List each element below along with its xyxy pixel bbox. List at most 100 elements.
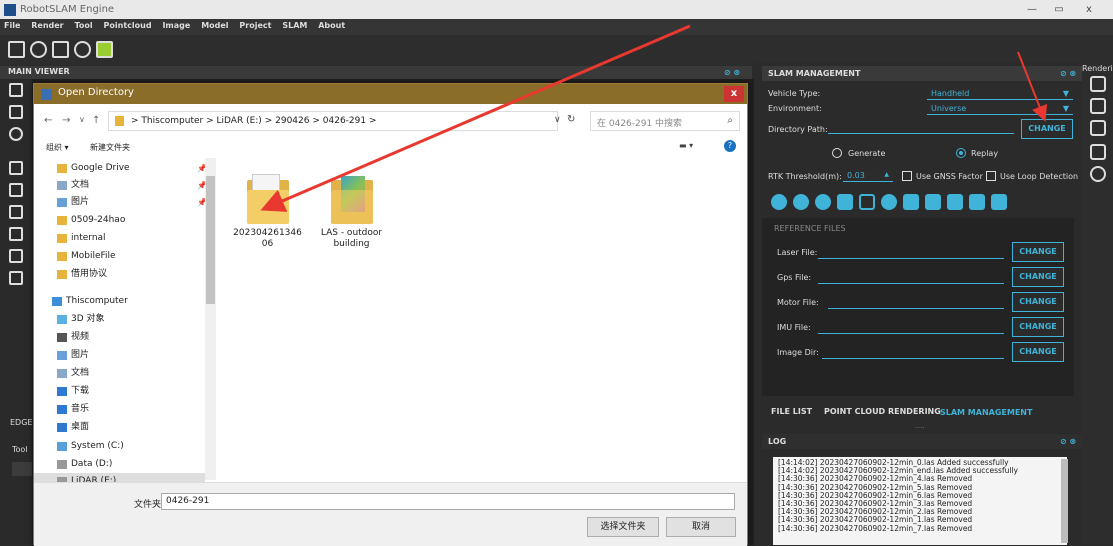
nav-item-thiscomputer[interactable]: Thiscomputer [52,293,212,310]
export-icon[interactable] [925,194,941,210]
cube-back-icon[interactable] [9,183,23,197]
axes-icon[interactable] [1090,166,1106,182]
cube-icon[interactable] [1090,120,1106,136]
settings-gear-icon[interactable] [74,41,91,58]
nav-item-music[interactable]: 音乐 [57,401,217,418]
zoom-tool-icon[interactable] [30,41,47,58]
log-scrollbar[interactable] [1061,459,1068,543]
back-arrow-icon[interactable]: ← [44,115,52,126]
use-gnss-checkbox[interactable] [902,171,912,181]
tree-icon[interactable] [1090,98,1106,114]
monitor-icon[interactable] [947,194,963,210]
imu-file-input[interactable] [818,320,1004,334]
menu-render[interactable]: Render [27,19,67,32]
folder-item[interactable]: 202304261346 06 [230,158,305,250]
nav-item-data-d[interactable]: Data (D:) [57,456,217,473]
folder-item[interactable]: LAS - outdoor building [314,158,389,250]
delete-icon[interactable] [903,194,919,210]
select-tool-icon[interactable] [8,41,25,58]
generate-radio[interactable] [832,148,842,158]
vehicle-type-select[interactable]: Handheld ▼ [927,88,1073,100]
slam-dock-icons[interactable]: ⊘ ⊗ [1060,69,1076,78]
gps-file-input[interactable] [818,270,1004,284]
breadcrumb-lidar[interactable]: LiDAR (E:) [217,116,262,126]
gps-file-change-button[interactable]: CHANGE [1012,267,1064,287]
folder-name-input[interactable]: 0426-291 [161,493,735,510]
restore-button[interactable]: ▭ [1046,0,1072,19]
menu-image[interactable]: Image [158,19,194,32]
nav-item-videos[interactable]: 视频 [57,329,217,346]
menu-about[interactable]: About [314,19,349,32]
tab-file-list[interactable]: FILE LIST [771,407,812,416]
image-dir-change-button[interactable]: CHANGE [1012,342,1064,362]
search-input[interactable]: 在 0426-291 中搜索 ⌕ [590,111,740,131]
nav-item-documents-2[interactable]: 文档 [57,365,217,382]
dialog-close-button[interactable]: x [724,86,744,102]
fit-view-icon[interactable] [9,105,23,119]
cube-iso-icon[interactable] [9,271,23,285]
close-window-button[interactable]: x [1076,0,1102,19]
nav-item-desktop[interactable]: 桌面 [57,419,217,436]
nav-scrollbar-thumb[interactable] [206,176,215,304]
refresh-icon[interactable]: ↻ [567,114,575,125]
up-arrow-icon[interactable]: ↑ [92,115,100,126]
image-dir-input[interactable] [822,345,1004,359]
measure-icon[interactable] [969,194,985,210]
log-dock-icons[interactable]: ⊘ ⊗ [1060,437,1076,446]
nav-item-pictures[interactable]: 图片 📌 [57,194,217,211]
cube-right-icon[interactable] [9,227,23,241]
nav-item-pictures-2[interactable]: 图片 [57,347,217,364]
environment-select[interactable]: Universe ▼ [927,103,1073,115]
tab-point-cloud-rendering[interactable]: POINT CLOUD RENDERING [824,407,941,416]
path-history-chevron-icon[interactable]: ∨ [554,115,561,125]
nav-item-downloads[interactable]: 下载 [57,383,217,400]
forward-arrow-icon[interactable]: → [62,115,70,126]
directory-path-input[interactable] [828,120,1014,134]
organize-button[interactable]: 组织 ▾ [46,142,69,153]
menu-slam[interactable]: SLAM [278,19,311,32]
layers-icon[interactable] [1090,76,1106,92]
brush-icon[interactable] [1090,144,1106,160]
select-folder-button[interactable]: 选择文件夹 [587,517,659,537]
nav-item-internal[interactable]: internal [57,230,217,247]
nav-item-loan-agreement[interactable]: 借用协议 [57,266,217,283]
pause-icon[interactable] [793,194,809,210]
laser-file-input[interactable] [818,245,1004,259]
imu-file-change-button[interactable]: CHANGE [1012,317,1064,337]
viewer-dock-icons[interactable]: ⊘ ⊗ [724,68,740,77]
view-toggle-icon[interactable]: ▬ ▾ [679,141,693,150]
directory-change-button[interactable]: CHANGE [1021,119,1073,139]
save-icon[interactable] [837,194,853,210]
cancel-button[interactable]: 取消 [666,517,736,537]
menu-pointcloud[interactable]: Pointcloud [100,19,156,32]
menu-project[interactable]: Project [235,19,275,32]
cube-left-icon[interactable] [9,205,23,219]
motor-file-change-button[interactable]: CHANGE [1012,292,1064,312]
tab-splitter-dots[interactable]: ..... [915,423,925,430]
screen-capture-icon[interactable] [96,41,113,58]
image-icon[interactable] [991,194,1007,210]
menu-tool[interactable]: Tool [71,19,97,32]
new-folder-button[interactable]: 新建文件夹 [90,142,130,153]
menu-file[interactable]: File [0,19,24,32]
breadcrumb-0426-291[interactable]: 0426-291 [323,116,366,126]
breadcrumb-290426[interactable]: 290426 [275,116,309,126]
nav-item-system-c[interactable]: System (C:) [57,438,217,455]
rtk-threshold-spinbox[interactable]: 0.03 ▲ [843,170,893,182]
magic-wand-icon[interactable] [859,194,875,210]
play-icon[interactable] [771,194,787,210]
minimize-button[interactable]: — [1019,0,1045,19]
nav-item-3d-objects[interactable]: 3D 对象 [57,311,217,328]
cube-top-icon[interactable] [9,249,23,263]
nav-scrollbar[interactable] [205,158,216,480]
help-icon[interactable]: ? [724,140,736,152]
grid-view-icon[interactable] [9,83,23,97]
nav-item-mobilefile[interactable]: MobileFile [57,248,217,265]
motor-file-input[interactable] [828,295,1004,309]
tool-input[interactable] [12,462,32,476]
use-loop-checkbox[interactable] [986,171,996,181]
recent-dropdown-icon[interactable]: ∨ [79,115,85,124]
breadcrumb-thiscomputer[interactable]: Thiscomputer [141,116,203,126]
nav-item-documents[interactable]: 文档 📌 [57,177,217,194]
reset-icon[interactable] [881,194,897,210]
